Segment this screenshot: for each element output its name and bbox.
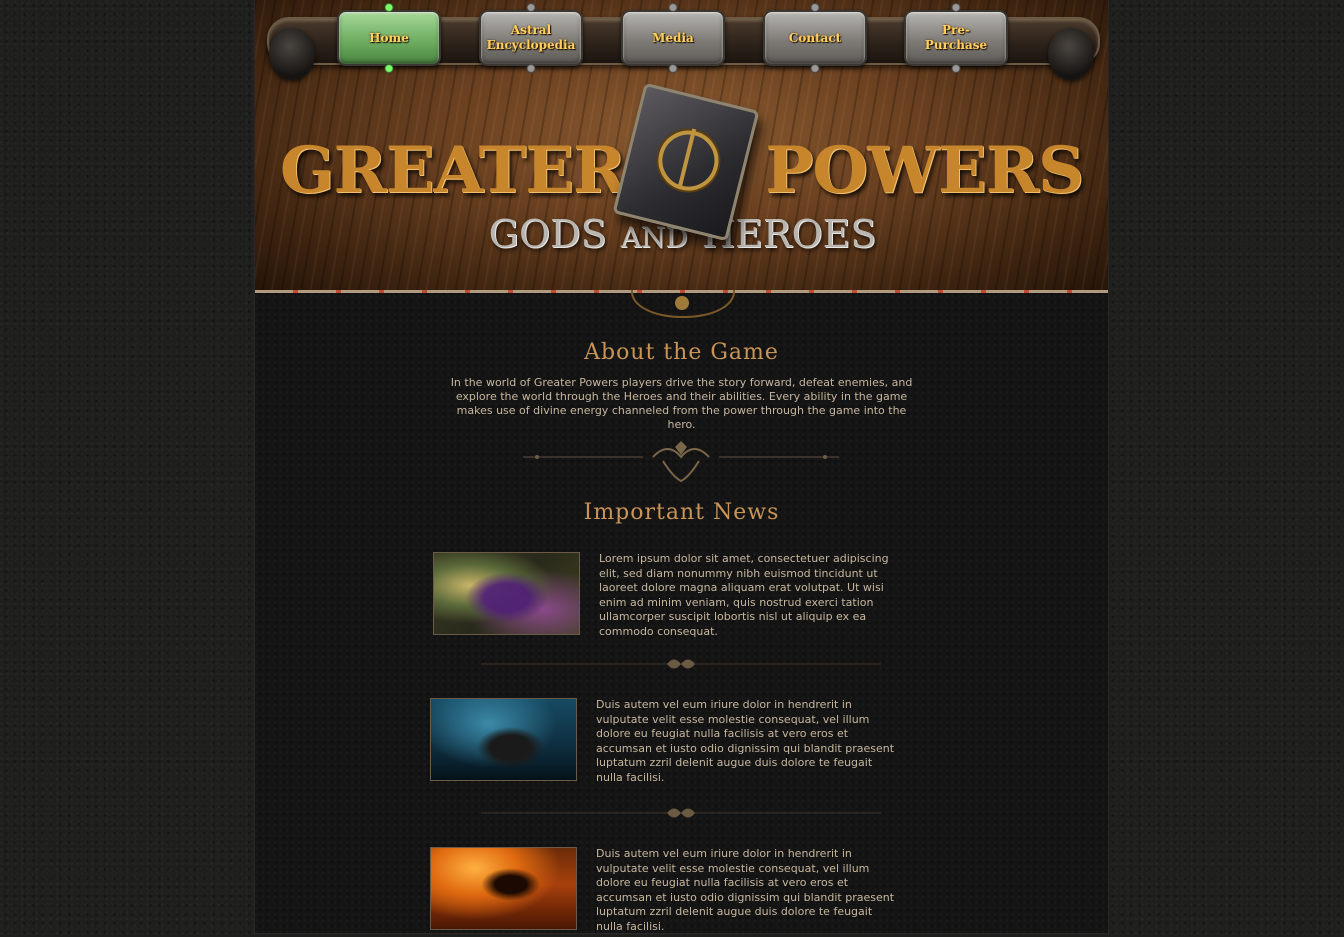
news-text: Duis autem vel eum iriure dolor in hendr… bbox=[596, 847, 895, 933]
gem-icon bbox=[948, 64, 964, 73]
nav-astral-encyclopedia-label: Astral Encyclopedia bbox=[486, 23, 576, 52]
gem-icon bbox=[807, 3, 823, 12]
news-item: Lorem ipsum dolor sit amet, consectetuer… bbox=[433, 552, 903, 642]
news-divider-icon bbox=[481, 808, 881, 818]
page-container: Home Astral Encyclopedia Media Contact P… bbox=[255, 0, 1108, 933]
news-text: Lorem ipsum dolor sit amet, consectetuer… bbox=[599, 552, 889, 638]
news-thumbnail-airship-space[interactable] bbox=[433, 552, 580, 635]
compass-emblem-icon bbox=[652, 124, 725, 197]
gem-icon bbox=[381, 3, 397, 12]
news-divider-icon bbox=[481, 659, 881, 669]
nav-media-label: Media bbox=[652, 30, 694, 45]
gem-icon bbox=[948, 3, 964, 12]
nav-home-label: Home bbox=[369, 30, 409, 45]
nav-contact-label: Contact bbox=[788, 30, 842, 45]
nav-pre-purchase-button[interactable]: Pre-Purchase bbox=[904, 3, 1008, 73]
gem-icon bbox=[665, 64, 681, 73]
news-thumbnail-sunset-ship[interactable] bbox=[430, 847, 577, 930]
nav-astral-encyclopedia-button[interactable]: Astral Encyclopedia bbox=[479, 3, 583, 73]
news-item: Duis autem vel eum iriure dolor in hendr… bbox=[430, 847, 900, 937]
ornamental-divider-icon bbox=[523, 441, 839, 483]
news-thumbnail-pirate-ship[interactable] bbox=[430, 698, 577, 781]
news-item: Duis autem vel eum iriure dolor in hendr… bbox=[430, 698, 900, 788]
news-text: Duis autem vel eum iriure dolor in hendr… bbox=[596, 698, 895, 784]
gem-icon bbox=[665, 3, 681, 12]
nav-pre-purchase-label: Pre-Purchase bbox=[924, 23, 988, 52]
gem-icon bbox=[523, 64, 539, 73]
gem-icon bbox=[807, 64, 823, 73]
logo-subtitle-gods: GODS bbox=[488, 212, 607, 256]
nav-home-button[interactable]: Home bbox=[337, 3, 441, 73]
header-banner: Home Astral Encyclopedia Media Contact P… bbox=[255, 0, 1108, 293]
about-text: In the world of Greater Powers players d… bbox=[450, 376, 913, 431]
logo-title-right: POWERS bbox=[765, 133, 1084, 208]
nav-media-button[interactable]: Media bbox=[621, 3, 725, 73]
header-ornament-icon bbox=[631, 290, 735, 318]
news-heading: Important News bbox=[583, 500, 780, 525]
logo-title-left: GREATER bbox=[279, 133, 626, 208]
gem-icon bbox=[381, 64, 397, 73]
about-heading: About the Game bbox=[584, 340, 779, 365]
gem-icon bbox=[523, 3, 539, 12]
nav-right-cap bbox=[1048, 28, 1094, 80]
nav-contact-button[interactable]: Contact bbox=[763, 3, 867, 73]
nav-left-cap bbox=[269, 28, 315, 80]
